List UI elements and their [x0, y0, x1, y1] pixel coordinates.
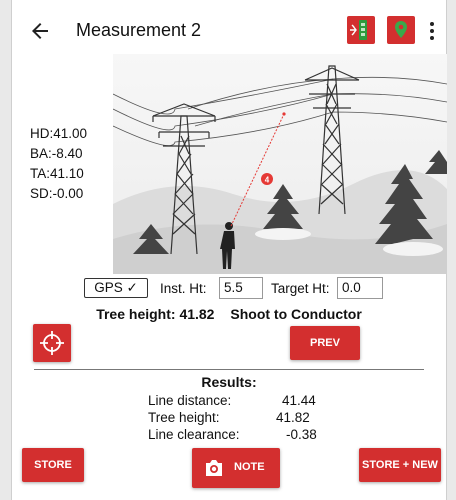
- map-pin-icon: [395, 21, 407, 38]
- note-label: NOTE: [234, 461, 265, 473]
- gps-toggle[interactable]: GPS ✓: [84, 278, 148, 298]
- store-new-button[interactable]: STORE + NEW: [359, 448, 441, 482]
- result-line-distance-value: 41.44: [282, 393, 316, 408]
- tree-height-text: Tree height: 41.82: [96, 306, 215, 322]
- result-line-clearance-label: Line clearance:: [148, 427, 240, 442]
- target-marker: 4: [261, 173, 273, 185]
- target-button[interactable]: [33, 324, 71, 362]
- app-bar: Measurement 2: [12, 0, 446, 62]
- more-vert-icon[interactable]: [428, 20, 436, 42]
- inst-ht-label: Inst. Ht:: [160, 281, 207, 296]
- measurement-illustration: 4: [113, 54, 447, 274]
- target-ht-label: Target Ht:: [271, 281, 330, 296]
- note-button[interactable]: NOTE: [192, 448, 280, 488]
- location-button[interactable]: [387, 16, 415, 44]
- measurement-readings: HD:41.00 BA:-8.40 TA:41.10 SD:-0.00: [30, 124, 87, 204]
- prev-button[interactable]: PREV: [290, 326, 360, 360]
- store-button[interactable]: STORE: [22, 448, 84, 482]
- crosshair-icon: [40, 331, 64, 355]
- divider: [34, 369, 424, 370]
- page-title: Measurement 2: [76, 20, 202, 40]
- arrow-left-icon[interactable]: [28, 19, 52, 43]
- result-line-distance-label: Line distance:: [148, 393, 232, 408]
- reading-sd: SD:-0.00: [30, 186, 84, 201]
- tree-height-status: Tree height: 41.82 Shoot to Conductor: [12, 306, 446, 322]
- inst-ht-input[interactable]: 5.5: [219, 277, 263, 299]
- mode-text: Shoot to Conductor: [230, 306, 362, 322]
- target-ht-input[interactable]: 0.0: [337, 277, 383, 299]
- reading-ta: TA:41.10: [30, 166, 84, 181]
- reading-hd: HD:41.00: [30, 126, 88, 141]
- svg-text:4: 4: [265, 176, 270, 185]
- reading-ba: BA:-8.40: [30, 146, 83, 161]
- results-title: Results:: [201, 374, 257, 390]
- result-tree-height-value: 41.82: [276, 410, 310, 425]
- laser-device-icon: [350, 20, 367, 40]
- result-tree-height-label: Tree height:: [148, 410, 220, 425]
- laser-device-button[interactable]: [347, 16, 375, 44]
- app-frame: Measurement 2 HD:41.00 BA:-8.40 TA:41.10…: [11, 0, 447, 500]
- result-line-clearance-value: -0.38: [286, 427, 317, 442]
- camera-icon: [206, 460, 222, 476]
